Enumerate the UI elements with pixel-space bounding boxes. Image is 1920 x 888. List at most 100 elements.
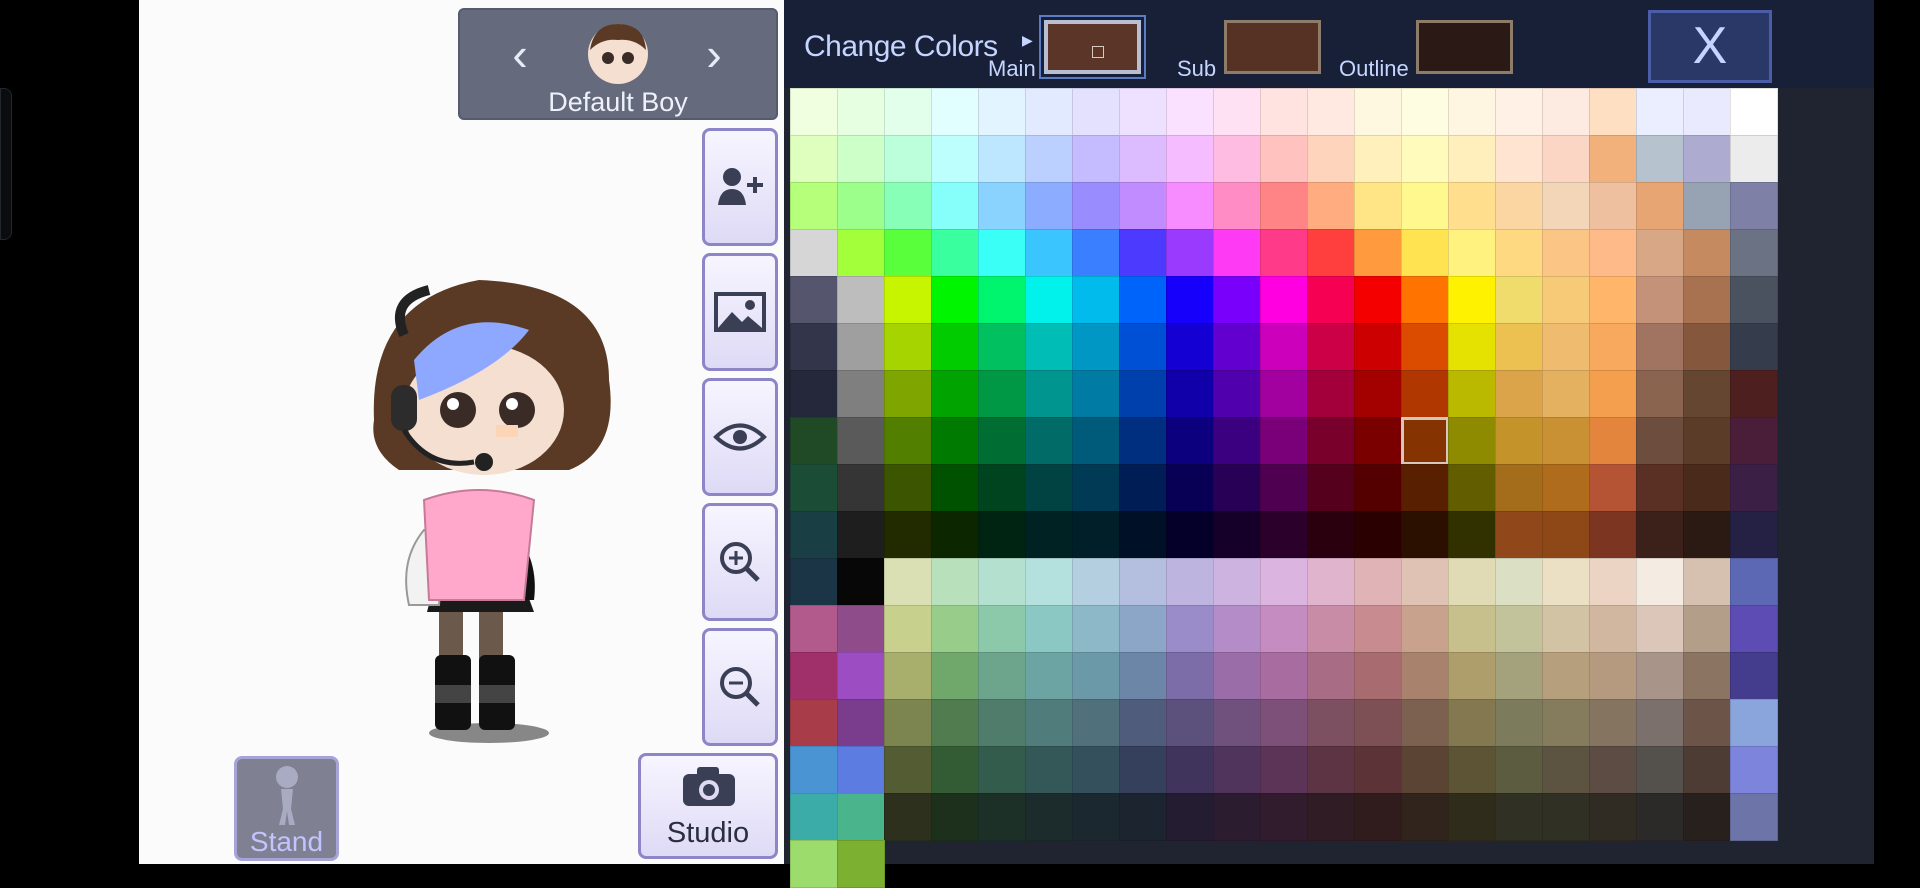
color-swatch[interactable] [1495,699,1543,747]
color-swatch[interactable] [1589,746,1637,794]
color-swatch[interactable] [1025,746,1073,794]
color-swatch[interactable] [1260,511,1308,559]
color-swatch[interactable] [790,652,838,700]
color-swatch[interactable] [1683,276,1731,324]
color-swatch[interactable] [1307,88,1355,136]
color-swatch[interactable] [1401,417,1449,465]
main-color-swatch[interactable] [1039,15,1146,79]
color-swatch[interactable] [1683,558,1731,606]
color-swatch[interactable] [837,511,885,559]
color-swatch[interactable] [1025,699,1073,747]
color-swatch[interactable] [884,699,932,747]
color-swatch[interactable] [1166,793,1214,841]
color-swatch[interactable] [1636,605,1684,653]
color-swatch[interactable] [1260,558,1308,606]
color-swatch[interactable] [1542,276,1590,324]
color-swatch[interactable] [1636,417,1684,465]
color-swatch[interactable] [1260,276,1308,324]
color-swatch[interactable] [1354,276,1402,324]
color-swatch[interactable] [1166,276,1214,324]
color-swatch[interactable] [1589,605,1637,653]
color-swatch[interactable] [1542,417,1590,465]
color-swatch[interactable] [1683,464,1731,512]
color-swatch[interactable] [1072,370,1120,418]
color-swatch[interactable] [1354,558,1402,606]
color-swatch[interactable] [1072,88,1120,136]
color-swatch[interactable] [1448,511,1496,559]
color-swatch[interactable] [931,699,979,747]
color-swatch[interactable] [1354,511,1402,559]
color-swatch[interactable] [884,511,932,559]
color-swatch[interactable] [837,605,885,653]
color-swatch[interactable] [1542,370,1590,418]
color-swatch[interactable] [837,323,885,371]
color-swatch[interactable] [1119,417,1167,465]
color-swatch[interactable] [1307,323,1355,371]
color-swatch[interactable] [1542,605,1590,653]
color-swatch[interactable] [1683,511,1731,559]
color-swatch[interactable] [1307,417,1355,465]
color-swatch[interactable] [978,605,1026,653]
color-swatch[interactable] [1730,746,1778,794]
color-swatch[interactable] [1683,699,1731,747]
color-swatch[interactable] [1636,276,1684,324]
color-swatch[interactable] [790,699,838,747]
color-swatch[interactable] [1448,793,1496,841]
color-swatch[interactable] [1119,276,1167,324]
color-swatch[interactable] [1119,605,1167,653]
color-swatch[interactable] [1166,88,1214,136]
color-swatch[interactable] [1213,88,1261,136]
color-swatch[interactable] [1730,558,1778,606]
color-swatch[interactable] [884,558,932,606]
color-swatch[interactable] [1589,558,1637,606]
color-swatch[interactable] [1448,323,1496,371]
color-swatch[interactable] [1542,464,1590,512]
color-swatch[interactable] [790,417,838,465]
color-swatch[interactable] [1448,417,1496,465]
color-swatch[interactable] [790,840,838,888]
color-swatch[interactable] [1354,793,1402,841]
color-swatch[interactable] [1542,652,1590,700]
color-swatch[interactable] [1119,182,1167,230]
color-swatch[interactable] [1589,370,1637,418]
color-swatch[interactable] [1448,370,1496,418]
color-swatch[interactable] [1589,699,1637,747]
color-swatch[interactable] [884,793,932,841]
color-swatch[interactable] [1730,88,1778,136]
color-swatch[interactable] [1166,605,1214,653]
color-swatch[interactable] [1354,417,1402,465]
color-swatch[interactable] [978,746,1026,794]
color-swatch[interactable] [837,229,885,277]
color-swatch[interactable] [1260,229,1308,277]
color-swatch[interactable] [1072,746,1120,794]
color-swatch[interactable] [1589,323,1637,371]
color-swatch[interactable] [1213,652,1261,700]
color-swatch[interactable] [790,88,838,136]
color-swatch[interactable] [1448,746,1496,794]
color-swatch[interactable] [931,182,979,230]
color-swatch[interactable] [1119,558,1167,606]
color-swatch[interactable] [837,417,885,465]
color-swatch[interactable] [978,182,1026,230]
color-swatch[interactable] [1119,323,1167,371]
color-swatch[interactable] [1401,88,1449,136]
color-swatch[interactable] [1730,229,1778,277]
color-swatch[interactable] [1072,229,1120,277]
color-swatch[interactable] [1166,417,1214,465]
color-swatch[interactable] [1213,182,1261,230]
color-swatch[interactable] [1260,464,1308,512]
color-swatch[interactable] [1542,699,1590,747]
color-swatch[interactable] [1119,135,1167,183]
color-swatch[interactable] [931,558,979,606]
color-swatch[interactable] [1072,323,1120,371]
color-swatch[interactable] [1542,182,1590,230]
color-swatch[interactable] [884,370,932,418]
color-swatch[interactable] [1495,652,1543,700]
color-swatch[interactable] [790,605,838,653]
color-swatch[interactable] [978,511,1026,559]
color-swatch[interactable] [1542,323,1590,371]
color-swatch[interactable] [931,417,979,465]
color-swatch[interactable] [1119,464,1167,512]
color-swatch[interactable] [1730,793,1778,841]
color-swatch[interactable] [790,746,838,794]
